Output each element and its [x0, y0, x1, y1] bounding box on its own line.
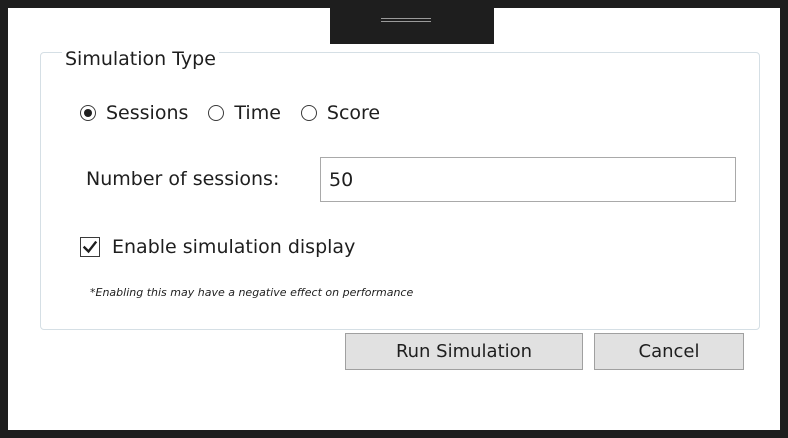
run-simulation-button[interactable]: Run Simulation: [345, 333, 583, 370]
score-radio-label[interactable]: Score: [327, 102, 380, 124]
performance-note: *Enabling this may have a negative effec…: [90, 286, 414, 299]
sessions-radio-label[interactable]: Sessions: [106, 102, 188, 124]
radio-option-score[interactable]: Score: [300, 102, 380, 124]
number-of-sessions-input[interactable]: [320, 157, 736, 202]
cancel-button[interactable]: Cancel: [594, 333, 744, 370]
enable-display-checkbox-label[interactable]: Enable simulation display: [112, 236, 355, 258]
grip-line: [381, 18, 431, 19]
enable-display-checkbox[interactable]: [80, 237, 100, 257]
simulation-type-radio-group: Sessions Time Score: [80, 100, 400, 126]
sessions-radio[interactable]: [80, 105, 96, 121]
radio-option-time[interactable]: Time: [208, 102, 281, 124]
dialog-window: Simulation Type Sessions Time Score Numb…: [0, 0, 788, 438]
simulation-type-title: Simulation Type: [62, 47, 219, 71]
time-radio-label[interactable]: Time: [234, 102, 281, 124]
checkmark-icon: [82, 240, 98, 254]
drag-grip-handle[interactable]: [330, 8, 494, 44]
radio-option-sessions[interactable]: Sessions: [80, 102, 188, 124]
grip-line: [381, 21, 431, 22]
time-radio[interactable]: [208, 105, 225, 121]
enable-display-checkbox-row[interactable]: Enable simulation display: [80, 236, 355, 258]
number-of-sessions-label: Number of sessions:: [86, 168, 280, 190]
score-radio[interactable]: [300, 105, 317, 121]
